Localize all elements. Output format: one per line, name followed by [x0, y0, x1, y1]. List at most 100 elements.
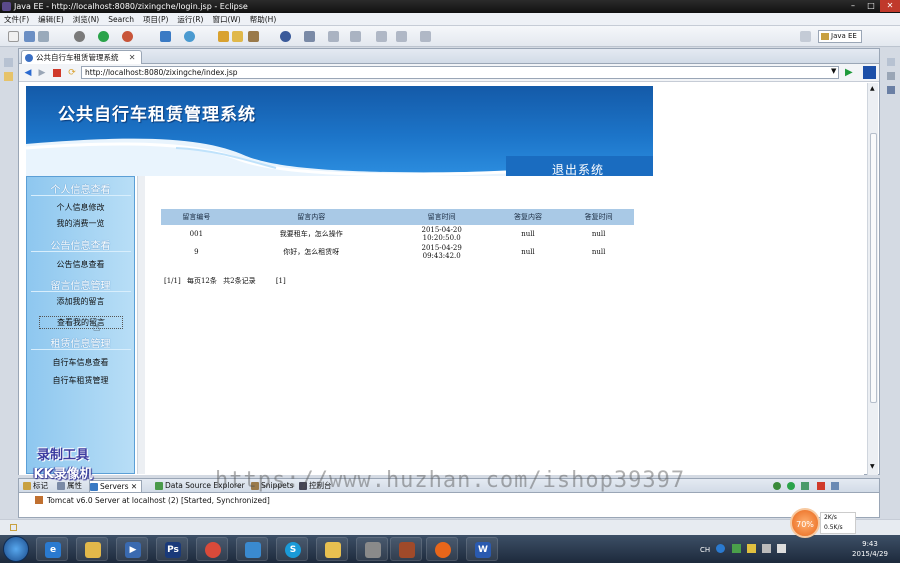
last-edit-icon[interactable]: [420, 31, 431, 42]
taskbar-app[interactable]: [316, 537, 348, 561]
package-explorer-icon[interactable]: [4, 72, 13, 81]
sidebar-link-bike-rental[interactable]: 自行车租赁管理: [27, 375, 134, 386]
taskbar-photoshop[interactable]: Ps: [156, 537, 188, 561]
annotation-prev-icon[interactable]: [350, 31, 361, 42]
profile-server-icon[interactable]: [801, 482, 809, 490]
taskbar-clock[interactable]: 9:43 2015/4/29: [842, 539, 898, 559]
tab-label: 属性: [67, 481, 82, 490]
taskbar-ie[interactable]: e: [36, 537, 68, 561]
pagination: [1/1] 每页12条 共2条记录 [1]: [164, 276, 290, 286]
run-icon[interactable]: [98, 31, 109, 42]
back-icon[interactable]: ◀: [23, 68, 33, 78]
sidebar-section-announcements[interactable]: 公告信息查看: [27, 237, 134, 252]
taskbar-word[interactable]: W: [466, 537, 498, 561]
input-language[interactable]: CH: [700, 546, 710, 554]
open-perspective-icon[interactable]: [800, 31, 811, 42]
scroll-up-icon[interactable]: ▲: [870, 85, 875, 92]
stop-icon[interactable]: [53, 69, 61, 77]
network-tray-icon[interactable]: [762, 544, 772, 553]
sidebar-link-my-consumption[interactable]: 我的消费一览: [27, 218, 134, 229]
task-list-icon[interactable]: [887, 72, 895, 80]
perspective-label: Java EE: [831, 32, 857, 40]
taskbar-eclipse[interactable]: [426, 537, 458, 561]
url-dropdown-icon[interactable]: ▼: [831, 67, 836, 75]
external-tools-icon[interactable]: [122, 31, 133, 42]
sidebar-link-add-message[interactable]: 添加我的留言: [27, 296, 134, 307]
menu-run[interactable]: 运行(R): [177, 14, 203, 25]
taskbar-recorder[interactable]: [390, 537, 422, 561]
markers-icon: [23, 482, 31, 490]
sidebar-section-rentals[interactable]: 租赁信息管理: [27, 335, 134, 350]
logout-link[interactable]: 退出系统: [552, 161, 604, 176]
taskbar-media[interactable]: ▶: [116, 537, 148, 561]
restore-icon[interactable]: [4, 58, 13, 67]
annotation-next-icon[interactable]: [328, 31, 339, 42]
taskbar-explorer[interactable]: [76, 537, 108, 561]
new-server-icon[interactable]: [160, 31, 171, 42]
sidebar-link-edit-profile[interactable]: 个人信息修改: [27, 202, 134, 213]
page-scrollbar[interactable]: ▲ ▼: [867, 83, 878, 475]
debug-icon[interactable]: [74, 31, 85, 42]
scroll-down-icon[interactable]: ▼: [870, 463, 875, 470]
forward-history-icon[interactable]: [396, 31, 407, 42]
table-cell: 9: [194, 248, 199, 256]
mouse-cursor-icon: ☝: [93, 320, 101, 334]
maximize-button[interactable]: □: [862, 0, 880, 12]
save-all-icon[interactable]: [38, 31, 49, 42]
taskbar-chrome[interactable]: [196, 537, 228, 561]
stop-server-icon[interactable]: [817, 482, 825, 490]
back-history-icon[interactable]: [376, 31, 387, 42]
outline-icon[interactable]: [887, 58, 895, 66]
menu-edit[interactable]: 编辑(E): [38, 14, 64, 25]
new-icon[interactable]: [8, 31, 19, 42]
sidebar-link-bike-info[interactable]: 自行车信息查看: [27, 357, 134, 368]
web-icon[interactable]: [184, 31, 195, 42]
menu-window[interactable]: 窗口(W): [212, 14, 240, 25]
game-icon: [365, 542, 381, 558]
menu-project[interactable]: 项目(P): [143, 14, 168, 25]
windows-taskbar: e ▶ Ps S W CH 9:43 2015/4/29: [0, 535, 900, 563]
page-link[interactable]: [1]: [276, 277, 286, 285]
sidebar-section-personal[interactable]: 个人信息查看: [27, 181, 134, 196]
publish-icon[interactable]: [831, 482, 839, 490]
perspective-javaee-button[interactable]: Java EE: [818, 30, 862, 43]
close-tab-icon[interactable]: ✕: [129, 51, 136, 64]
scrollbar-thumb[interactable]: [870, 133, 877, 403]
sidebar-scrollbar[interactable]: [137, 176, 145, 474]
menu-search[interactable]: Search: [108, 15, 134, 24]
menu-navigate[interactable]: 浏览(N): [73, 14, 99, 25]
edit-icon[interactable]: [248, 31, 259, 42]
security-icon[interactable]: [731, 544, 741, 553]
open-folder-icon[interactable]: [232, 31, 243, 42]
sidebar-link-view-announcements[interactable]: 公告信息查看: [27, 259, 134, 270]
taskbar-skype[interactable]: S: [276, 537, 308, 561]
server-entry[interactable]: Tomcat v6.0 Server at localhost (2) [Sta…: [35, 496, 270, 505]
volume-icon[interactable]: [777, 544, 787, 553]
update-icon[interactable]: [746, 544, 756, 553]
browser-menu-icon[interactable]: [863, 66, 876, 79]
go-icon[interactable]: ▶: [845, 67, 853, 78]
taskbar-game[interactable]: [356, 537, 388, 561]
sidebar-section-messages[interactable]: 留言信息管理: [27, 277, 134, 292]
performance-ball[interactable]: 70%: [790, 508, 820, 538]
close-window-button[interactable]: ✕: [880, 0, 900, 12]
sidebar-link-view-messages[interactable]: 查看我的留言: [39, 316, 123, 329]
refresh-icon[interactable]: ⟳: [67, 68, 77, 78]
ime-icon[interactable]: [716, 544, 726, 553]
taskbar-network[interactable]: [236, 537, 268, 561]
open-type-icon[interactable]: [218, 31, 229, 42]
menu-help[interactable]: 帮助(H): [250, 14, 277, 25]
start-server-icon[interactable]: [787, 482, 795, 490]
minimize-button[interactable]: –: [844, 0, 862, 12]
properties-icon[interactable]: [887, 86, 895, 94]
debug-server-icon[interactable]: [773, 482, 781, 490]
col-header-reply: 答复内容: [492, 209, 564, 225]
editor-tab[interactable]: 公共自行车租赁管理系统 ✕: [21, 50, 142, 64]
start-button[interactable]: [3, 536, 29, 562]
url-input[interactable]: [81, 66, 839, 79]
globe-icon[interactable]: [280, 31, 291, 42]
menu-file[interactable]: 文件(F): [4, 14, 29, 25]
pin-icon[interactable]: [304, 31, 315, 42]
forward-icon[interactable]: ▶: [37, 68, 47, 78]
save-icon[interactable]: [24, 31, 35, 42]
